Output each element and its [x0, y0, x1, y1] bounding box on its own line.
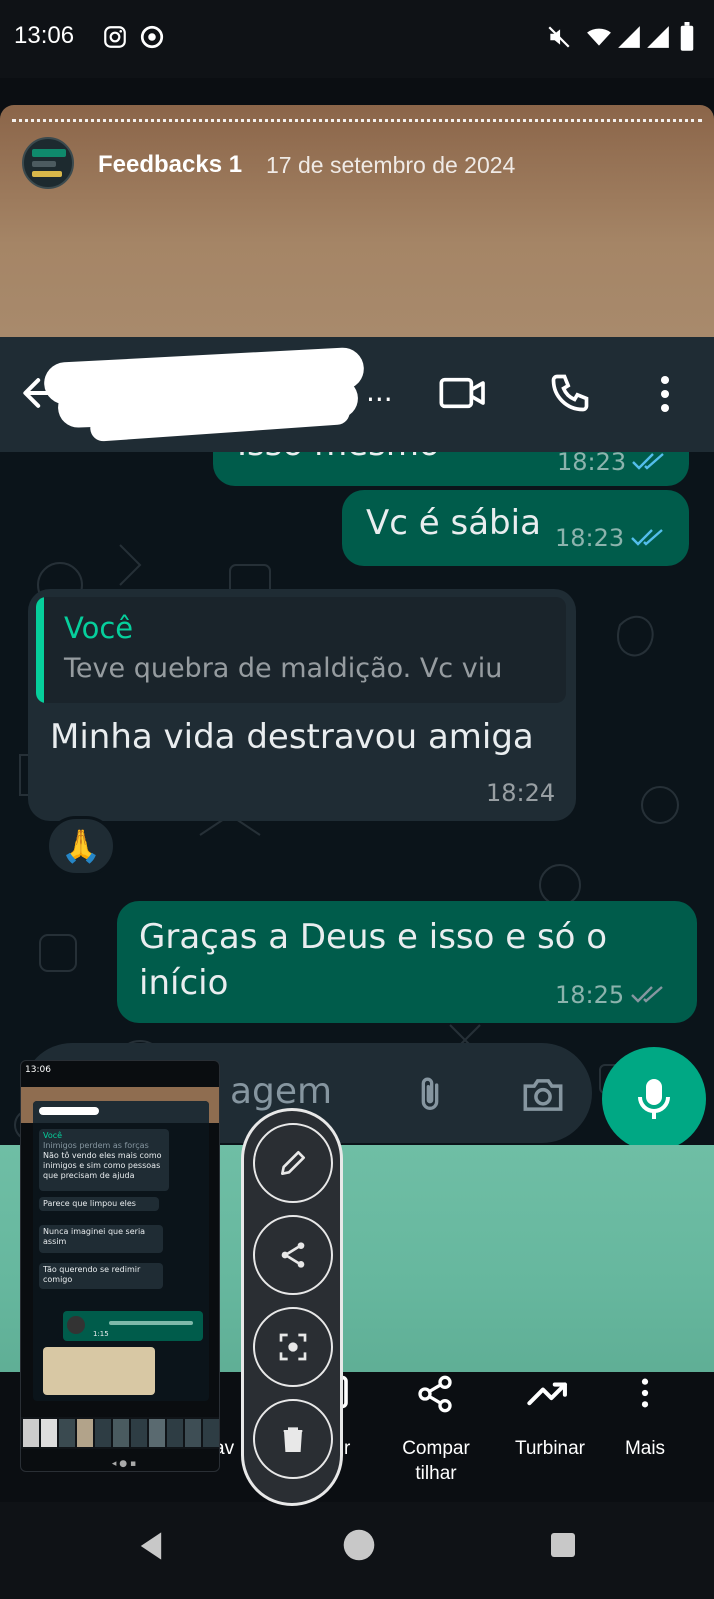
action-label-line-1: Compar — [402, 1438, 470, 1459]
reaction-badge[interactable]: 🙏 — [46, 816, 116, 876]
share-icon[interactable] — [414, 1374, 456, 1414]
channel-avatar[interactable] — [22, 137, 74, 189]
video-call-icon[interactable] — [438, 373, 488, 413]
message-time: 18:25 — [555, 981, 625, 1009]
double-check-icon — [631, 986, 663, 1003]
quote-author: Você — [64, 611, 134, 645]
status-time: 13:06 — [14, 22, 75, 49]
mic-button[interactable] — [602, 1047, 706, 1151]
more-vert-icon[interactable] — [650, 373, 680, 415]
thumb-text: Não tô vendo eles mais como inimigos e s… — [43, 1151, 162, 1180]
story-header-area: Feedbacks 1 17 de setembro de 2024 — [0, 105, 714, 337]
delete-icon — [283, 1427, 303, 1452]
signal-icon — [618, 26, 640, 48]
quote-text: Teve quebra de maldição. Vc viu — [64, 653, 503, 684]
share-screenshot-button[interactable] — [253, 1215, 333, 1295]
share-action[interactable]: Compar tilhar — [396, 1436, 476, 1486]
scan-button[interactable] — [253, 1307, 333, 1387]
wifi-icon — [587, 28, 611, 46]
chat-header: ... — [0, 337, 714, 452]
more-action-label[interactable]: Mais — [620, 1436, 670, 1461]
screenshot-preview[interactable]: 13:06 Você Inimigos perdem as forças Não… — [20, 1060, 220, 1472]
message-text: Vc é sábia — [366, 503, 541, 543]
message-outgoing[interactable]: Isso mesmo 18:23 — [213, 452, 689, 486]
thumb-message: Nunca imaginei que seria assim — [39, 1225, 163, 1253]
message-outgoing[interactable]: Graças a Deus e isso e só o início 18:25 — [117, 901, 697, 1023]
more-vert-icon[interactable] — [632, 1376, 658, 1410]
status-bar: 13:06 — [0, 0, 714, 78]
edit-icon — [281, 1151, 305, 1175]
thumb-voice-message: 1:15 — [63, 1311, 203, 1341]
message-outgoing[interactable]: Vc é sábia 18:23 — [342, 490, 689, 566]
mute-icon — [548, 26, 570, 48]
channel-name[interactable]: Feedbacks 1 — [98, 151, 242, 179]
trending-up-icon[interactable] — [526, 1376, 570, 1410]
recents-nav-icon[interactable] — [548, 1530, 578, 1560]
phone-icon[interactable] — [548, 371, 592, 415]
thumb-time: 13:06 — [25, 1065, 51, 1075]
double-check-icon — [631, 529, 663, 546]
story-progress — [12, 119, 702, 122]
thumb-navbar: ◂ ● ▪ — [111, 1459, 137, 1469]
camera-icon[interactable] — [520, 1075, 566, 1115]
thumb-message: Tão querendo se redimir comigo — [39, 1263, 163, 1289]
battery-icon — [680, 22, 694, 51]
edit-button[interactable] — [253, 1123, 333, 1203]
message-input-placeholder: agem — [230, 1071, 333, 1112]
scan-icon — [279, 1333, 307, 1361]
thumb-quote: Inimigos perdem as forças — [43, 1141, 149, 1150]
message-text: Minha vida destravou amiga — [50, 717, 534, 757]
message-time: 18:23 — [557, 452, 627, 476]
system-nav-bar — [0, 1502, 714, 1599]
story-date: 17 de setembro de 2024 — [266, 152, 516, 178]
attach-icon[interactable] — [410, 1073, 450, 1117]
home-nav-icon[interactable] — [342, 1528, 376, 1562]
chat-area: Isso mesmo 18:23 Vc é sábia 18:23 Você T… — [0, 452, 714, 1146]
message-time: 18:24 — [486, 779, 556, 807]
thumb-message: Você Inimigos perdem as forças Não tô ve… — [39, 1129, 169, 1191]
message-text-line-1: Graças a Deus e isso e só o — [139, 917, 608, 957]
thumb-quote-author: Você — [43, 1131, 63, 1140]
action-label[interactable]: r — [344, 1436, 350, 1461]
double-check-icon — [632, 453, 664, 470]
mic-icon — [638, 1079, 670, 1119]
share-icon — [281, 1242, 305, 1268]
quoted-message[interactable]: Você Teve quebra de maldição. Vc viu — [36, 597, 566, 703]
thumb-chat: Você Inimigos perdem as forças Não tô ve… — [33, 1101, 209, 1401]
message-time: 18:23 — [555, 524, 625, 552]
thumb-filmstrip — [21, 1417, 219, 1449]
screenshot-actions-menu — [241, 1108, 343, 1506]
chrome-icon — [140, 25, 164, 49]
message-incoming[interactable]: Você Teve quebra de maldição. Vc viu Min… — [28, 589, 576, 821]
contact-name-ellipsis: ... — [366, 375, 393, 408]
boost-action-label[interactable]: Turbinar — [508, 1436, 592, 1461]
instagram-icon — [104, 26, 126, 48]
thumb-message: Parece que limpou eles — [39, 1197, 159, 1211]
delete-button[interactable] — [253, 1399, 333, 1479]
action-label-line-2: tilhar — [415, 1463, 457, 1484]
message-text: Isso mesmo — [237, 452, 440, 464]
back-nav-icon[interactable] — [134, 1528, 168, 1564]
thumb-audio-time: 1:15 — [93, 1330, 109, 1338]
signal-icon-2 — [647, 26, 669, 48]
message-text-line-2: início — [139, 963, 229, 1003]
